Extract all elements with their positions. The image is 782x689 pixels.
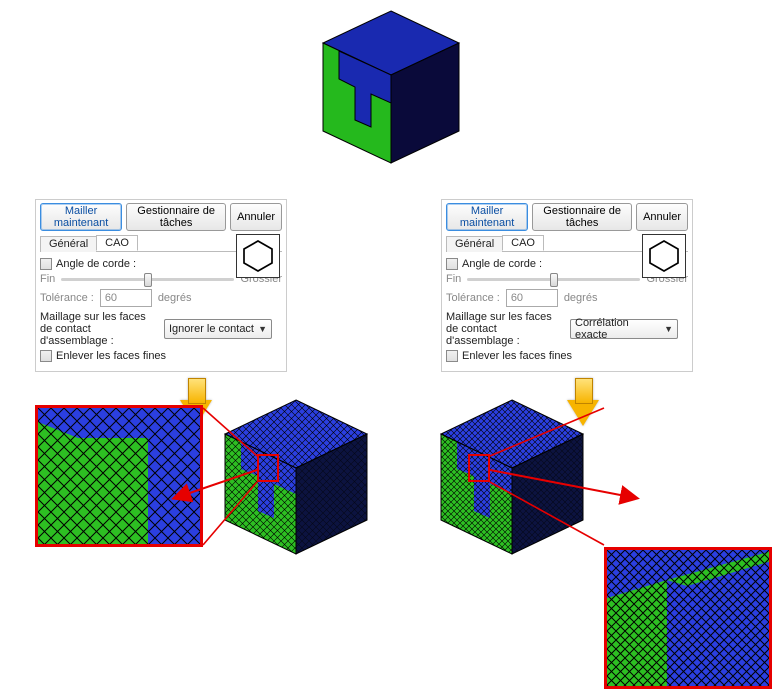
tab-cad[interactable]: CAO [502,235,544,251]
tab-general[interactable]: Général [40,236,97,252]
angle-label: Angle de corde : [56,258,136,270]
meshed-cube-left [211,394,381,562]
tolerance-label: Tolérance : [40,292,94,304]
contact-mesh-label: Maillage sur les faces de contact d'asse… [40,311,160,347]
task-manager-button[interactable]: Gestionnaire de tâches [532,203,632,231]
tab-cad[interactable]: CAO [96,235,138,251]
angle-label: Angle de corde : [462,258,542,270]
cancel-button[interactable]: Annuler [230,203,282,231]
chevron-down-icon: ▼ [258,324,267,334]
contact-mesh-select[interactable]: Corrélation exacte ▼ [570,319,678,339]
mesh-options-panel-left: Mailler maintenant Gestionnaire de tâche… [35,199,287,372]
remove-thin-checkbox[interactable] [40,350,52,362]
mesh-options-panel-right: Mailler maintenant Gestionnaire de tâche… [441,199,693,372]
angle-checkbox[interactable] [446,258,458,270]
meshed-cube-right [427,394,597,562]
cancel-button[interactable]: Annuler [636,203,688,231]
contact-mesh-label: Maillage sur les faces de contact d'asse… [446,311,566,347]
slider-fin-label: Fin [446,273,461,285]
tolerance-field[interactable]: 60 [506,289,558,307]
tolerance-label: Tolérance : [446,292,500,304]
remove-thin-label: Enlever les faces fines [56,350,166,362]
angle-slider[interactable] [467,278,640,281]
zoom-detail-left [35,405,203,547]
tab-general[interactable]: Général [446,236,503,252]
chevron-down-icon: ▼ [664,324,673,334]
slider-fin-label: Fin [40,273,55,285]
solid-cube-top [311,3,471,173]
tolerance-unit: degrés [158,292,192,304]
tolerance-field[interactable]: 60 [100,289,152,307]
angle-checkbox[interactable] [40,258,52,270]
hexagon-icon [642,234,686,278]
zoom-detail-right [604,547,772,689]
remove-thin-checkbox[interactable] [446,350,458,362]
mesh-now-button[interactable]: Mailler maintenant [446,203,528,231]
task-manager-button[interactable]: Gestionnaire de tâches [126,203,226,231]
angle-slider[interactable] [61,278,234,281]
remove-thin-label: Enlever les faces fines [462,350,572,362]
mesh-now-button[interactable]: Mailler maintenant [40,203,122,231]
hexagon-icon [236,234,280,278]
tolerance-unit: degrés [564,292,598,304]
contact-mesh-select[interactable]: Ignorer le contact ▼ [164,319,272,339]
